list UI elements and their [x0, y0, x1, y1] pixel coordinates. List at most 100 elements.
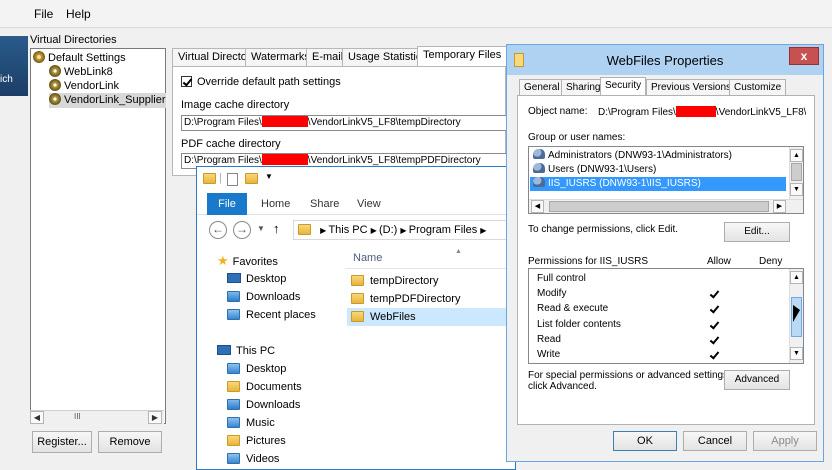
scroll-up-arrow-icon[interactable]: ▲: [790, 271, 803, 284]
star-icon: ★: [217, 253, 229, 268]
user-item-administrators[interactable]: Administrators (DNW93-1\Administrators): [530, 149, 786, 163]
pdf-cache-label: PDF cache directory: [181, 138, 281, 150]
user-list-horizontal-scrollbar[interactable]: ◀ ▶: [529, 199, 803, 213]
tree-item-weblink8[interactable]: WebLink8: [49, 65, 113, 80]
file-row[interactable]: tempPDFDirectory: [347, 290, 515, 308]
menu-bar: File Help: [0, 0, 832, 28]
scroll-thumb[interactable]: [549, 201, 769, 212]
nav-favorites[interactable]: ★ Favorites: [217, 253, 278, 269]
nav-desktop[interactable]: Desktop: [227, 271, 286, 287]
gear-icon: [49, 79, 61, 91]
ribbon-tab-view[interactable]: View: [357, 198, 381, 210]
desktop-folder-icon: [227, 363, 240, 374]
explorer-ribbon: File Home Share View: [197, 193, 515, 215]
scroll-down-arrow-icon[interactable]: ▼: [790, 183, 803, 196]
scroll-down-arrow-icon[interactable]: ▼: [790, 347, 803, 360]
menu-file[interactable]: File: [34, 7, 53, 21]
override-checkbox[interactable]: Override default path settings: [181, 76, 341, 88]
user-item-users[interactable]: Users (DNW93-1\Users): [530, 163, 786, 177]
apply-button[interactable]: Apply: [753, 431, 817, 451]
nav-videos[interactable]: Videos: [227, 451, 279, 467]
tab-temporary-files[interactable]: Temporary Files: [417, 46, 508, 67]
edit-button[interactable]: Edit...: [724, 222, 790, 242]
tree-item-vendorlink[interactable]: VendorLink: [49, 79, 119, 94]
scroll-right-arrow-icon[interactable]: ▶: [148, 411, 162, 424]
properties-dialog: WebFiles Properties x General Sharing Se…: [506, 44, 824, 462]
scroll-thumb[interactable]: [791, 163, 802, 181]
permissions-list[interactable]: Full control Modify Read & execute List …: [528, 268, 804, 364]
computer-icon: [217, 345, 231, 355]
scroll-up-arrow-icon[interactable]: ▲: [790, 149, 803, 162]
nav-downloads[interactable]: Downloads: [227, 289, 300, 305]
allow-check-icon: [709, 320, 719, 330]
column-header-name[interactable]: Name ▲: [345, 247, 515, 269]
cancel-button[interactable]: Cancel: [683, 431, 747, 451]
downloads-icon: [227, 399, 240, 410]
back-arrow-icon[interactable]: ←: [209, 221, 227, 239]
close-button[interactable]: x: [789, 47, 819, 65]
forward-arrow-icon[interactable]: →: [233, 221, 251, 239]
group-names-label: Group or user names:: [528, 132, 626, 143]
ribbon-tab-file[interactable]: File: [207, 193, 247, 215]
allow-check-icon: [709, 289, 719, 299]
change-permissions-text: To change permissions, click Edit.: [528, 224, 679, 235]
file-row-selected[interactable]: WebFiles: [347, 308, 515, 326]
properties-icon[interactable]: [227, 173, 238, 186]
permission-row: List folder contents: [537, 317, 787, 332]
remove-button[interactable]: Remove: [98, 431, 162, 453]
scroll-thumb[interactable]: III: [74, 412, 81, 421]
ribbon-tab-home[interactable]: Home: [261, 198, 290, 210]
user-list-vertical-scrollbar[interactable]: ▲ ▼: [789, 147, 803, 199]
advanced-button[interactable]: Advanced: [724, 370, 790, 390]
tab-previous-versions[interactable]: Previous Versions: [646, 79, 737, 95]
address-bar[interactable]: ▶ This PC ▶ (D:) ▶ Program Files ▶: [293, 220, 515, 240]
videos-icon: [227, 453, 240, 464]
nav-pc-desktop[interactable]: Desktop: [227, 361, 286, 377]
folder-icon: [351, 293, 364, 304]
desktop-edge: ich: [0, 36, 28, 96]
recent-locations-icon[interactable]: ▼: [257, 224, 265, 233]
tree-item-default-settings[interactable]: Default Settings: [33, 51, 126, 66]
ribbon-tab-share[interactable]: Share: [310, 198, 339, 210]
folder-icon: [298, 224, 311, 235]
users-icon: [533, 177, 545, 187]
ok-button[interactable]: OK: [613, 431, 677, 451]
permissions-label: Permissions for IIS_IUSRS: [528, 256, 649, 267]
scroll-left-arrow-icon[interactable]: ◀: [30, 411, 44, 424]
menu-help[interactable]: Help: [66, 7, 91, 21]
redaction-mark: [261, 116, 308, 127]
qat-dropdown-icon[interactable]: ▼: [265, 172, 273, 181]
gear-icon: [49, 93, 61, 105]
tab-customize[interactable]: Customize: [729, 79, 787, 95]
allow-check-icon: [709, 304, 719, 314]
temporary-files-panel: Override default path settings Image cac…: [172, 66, 507, 176]
nav-documents[interactable]: Documents: [227, 379, 302, 395]
explorer-title-bar: | ▼: [197, 167, 515, 191]
tree-item-vendorlink-supplier[interactable]: VendorLink_Supplier: [49, 93, 166, 108]
scroll-right-arrow-icon[interactable]: ▶: [773, 200, 786, 213]
image-cache-input[interactable]: D:\Program Files\ \VendorLinkV5_LF8\tempD…: [181, 115, 507, 131]
virtual-directory-tree[interactable]: Default Settings WebLink8 VendorLink Ven…: [30, 48, 166, 424]
nav-music[interactable]: Music: [227, 415, 275, 431]
nav-recent-places[interactable]: Recent places: [227, 307, 316, 323]
nav-this-pc[interactable]: This PC: [217, 343, 275, 359]
new-folder-icon[interactable]: [245, 173, 258, 184]
qat-separator: |: [219, 172, 222, 184]
file-row[interactable]: tempDirectory: [347, 272, 515, 290]
tab-general[interactable]: General: [519, 79, 565, 95]
tab-security[interactable]: Security: [600, 77, 647, 96]
redaction-mark: [261, 154, 308, 165]
nav-pc-downloads[interactable]: Downloads: [227, 397, 300, 413]
user-list[interactable]: Administrators (DNW93-1\Administrators) …: [528, 146, 804, 214]
gear-icon: [49, 65, 61, 77]
music-icon: [227, 417, 240, 428]
user-item-iis-iusrs[interactable]: IIS_IUSRS (DNW93-1\IIS_IUSRS): [530, 177, 786, 191]
permission-row: Read & execute: [537, 301, 787, 316]
scroll-left-arrow-icon[interactable]: ◀: [531, 200, 544, 213]
tree-horizontal-scrollbar[interactable]: ◀ III ▶: [30, 410, 164, 424]
permission-row: Modify: [537, 286, 787, 301]
tab-sharing[interactable]: Sharing: [561, 79, 606, 95]
register-button[interactable]: Register...: [32, 431, 92, 453]
up-arrow-icon[interactable]: ↑: [273, 221, 280, 236]
nav-pictures[interactable]: Pictures: [227, 433, 286, 449]
